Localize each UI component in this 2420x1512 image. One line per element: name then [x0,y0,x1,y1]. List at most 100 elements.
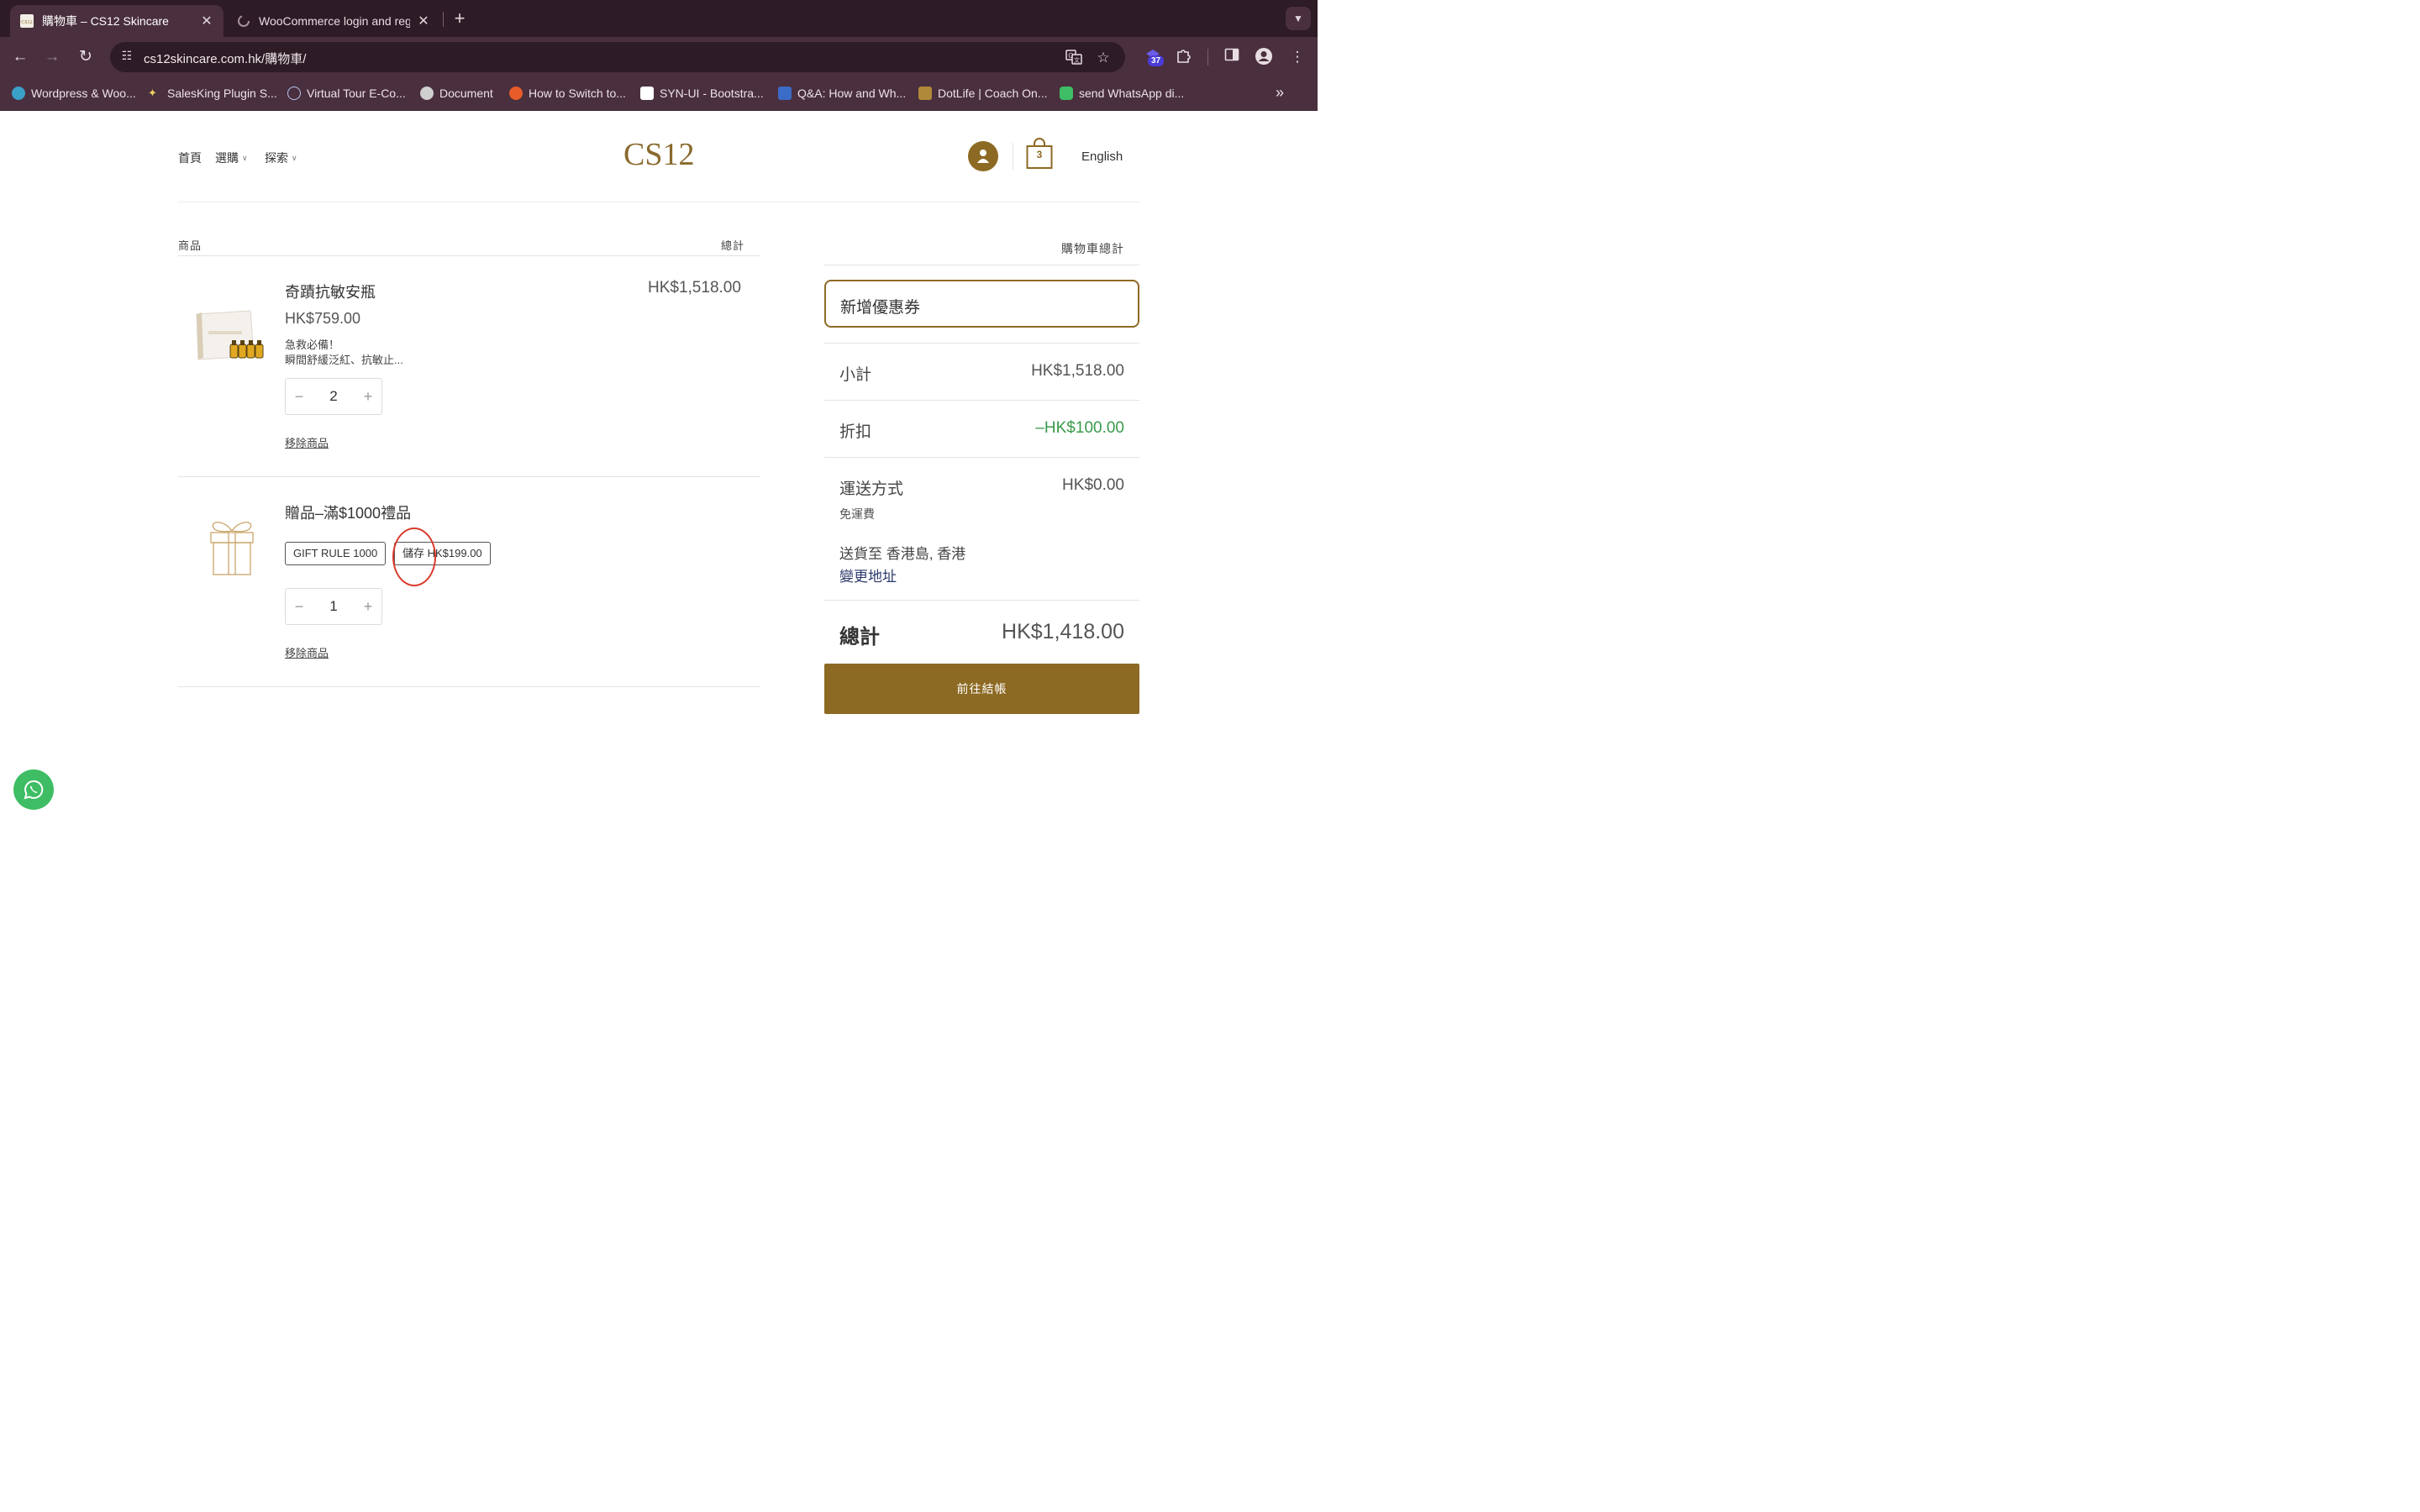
address-bar[interactable]: ☷ cs12skincare.com.hk/購物車/ G文 ☆ [110,42,1125,72]
bookmark-item[interactable]: Wordpress & Woo... [12,87,136,100]
side-panel-icon[interactable] [1222,47,1242,67]
new-tab-icon[interactable]: + [451,8,468,29]
decrease-quantity-button[interactable]: − [286,589,313,624]
quantity-value[interactable]: 2 [313,379,355,414]
add-coupon-label: 新增優惠券 [840,299,921,317]
tab-woocommerce[interactable]: WooCommerce login and regi ✕ [227,5,440,37]
site-logo[interactable]: CS12 [623,136,694,173]
bookmark-label: send WhatsApp di... [1079,87,1185,100]
ship-to-address: 送貨至 香港島, 香港 [839,546,966,562]
cs12-favicon-icon: CS12 [20,14,34,28]
reload-icon[interactable]: ↻ [76,47,96,67]
shipping-label: 運送方式 [839,480,904,498]
bookmark-item[interactable]: SYN-UI - Bootstra... [640,87,764,100]
remove-item-link[interactable]: 移除商品 [285,434,329,450]
cart-totals-heading: 購物車總計 [1061,242,1124,255]
extension-badge: 37 [1148,55,1165,66]
browser-toolbar: ← → ↻ ☷ cs12skincare.com.hk/購物車/ G文 ☆ ⋮ [0,37,1318,77]
bookmark-item[interactable]: DotLife | Coach On... [918,87,1047,100]
whatsapp-icon [24,780,44,800]
dotlife-icon [918,87,932,100]
tab-title: WooCommerce login and regi [259,14,410,28]
bookmark-item[interactable]: ✦ SalesKing Plugin S... [148,87,277,100]
column-header-product: 商品 [178,239,203,252]
order-total-value: HK$1,418.00 [1002,620,1124,643]
bookmark-label: SalesKing Plugin S... [167,87,277,100]
increase-quantity-button[interactable]: + [355,379,381,414]
user-icon [977,150,989,163]
close-tab-icon[interactable]: ✕ [417,13,430,29]
decrease-quantity-button[interactable]: − [286,379,313,414]
bookmark-label: Wordpress & Woo... [31,87,136,100]
bookmark-item[interactable]: How to Switch to... [509,87,626,100]
bookmark-star-icon[interactable]: ☆ [1094,49,1113,67]
nav-explore-label: 探索 [265,151,288,165]
discount-label: 折扣 [839,423,872,441]
bookmark-item[interactable]: send WhatsApp di... [1060,87,1184,100]
remove-item-link[interactable]: 移除商品 [285,644,329,660]
tab-cart[interactable]: CS12 購物車 – CS12 Skincare ✕ [10,5,224,37]
check-circle-icon [12,87,25,100]
bookmark-item[interactable]: Document [420,87,493,100]
language-switcher[interactable]: English [1081,150,1123,164]
forward-arrow-icon[interactable]: → [42,47,62,67]
nav-shop[interactable]: 選購 ∨ [215,150,248,166]
chevron-down-icon: ∨ [292,153,297,162]
back-arrow-icon[interactable]: ← [10,47,30,67]
cart-count-badge: 3 [1036,149,1043,160]
column-header-total: 總計 [721,239,745,252]
profile-icon[interactable] [1254,47,1274,67]
totals-divider [824,600,1139,601]
annotation-circle [392,528,436,586]
nav-home[interactable]: 首頁 [178,150,202,166]
svg-text:文: 文 [1074,56,1080,64]
translate-icon[interactable]: G文 [1065,49,1083,67]
bookmark-item[interactable]: Q&A: How and Wh... [778,87,906,100]
bookmark-item[interactable]: Virtual Tour E-Co... [287,87,406,100]
quantity-value[interactable]: 1 [313,589,355,624]
extensions-puzzle-icon[interactable] [1173,47,1193,67]
product-description-line1: 急救必備！ [285,339,340,351]
account-button[interactable] [968,141,998,171]
proceed-to-checkout-button[interactable]: 前往結帳 [824,664,1139,714]
quantity-stepper: − 1 + [285,588,382,625]
tab-separator [443,12,444,27]
product-name[interactable]: 奇蹟抗敏安瓶 [285,281,376,302]
tab-title: 購物車 – CS12 Skincare [42,14,169,28]
wand-icon: ✦ [148,87,157,99]
bookmark-label: SYN-UI - Bootstra... [660,87,764,100]
totals-divider [824,457,1139,458]
whatsapp-chat-button[interactable] [13,769,54,810]
increase-quantity-button[interactable]: + [355,589,381,624]
elephant-icon [420,87,434,100]
nav-explore[interactable]: 探索 ∨ [265,150,297,166]
more-bookmarks-icon[interactable]: » [1276,84,1284,102]
totals-divider [824,400,1139,401]
tab-search-chevron-icon[interactable]: ▼ [1286,7,1311,30]
shipping-value: HK$0.00 [1062,476,1124,494]
change-address-link[interactable]: 變更地址 [839,564,897,585]
bookmark-label: Virtual Tour E-Co... [307,87,406,100]
gift-rule-badge: GIFT RULE 1000 [285,542,387,565]
bookmarks-bar: Wordpress & Woo... ✦ SalesKing Plugin S.… [0,77,1318,111]
bookmark-label: Document [439,87,493,100]
site-info-icon[interactable]: ☷ [118,49,135,66]
row-divider [178,686,760,687]
gift-product-image[interactable] [208,516,255,576]
add-coupon-button[interactable]: 新增優惠券 [824,280,1139,328]
svg-text:CS12: CS12 [21,20,32,25]
order-total-label: 總計 [839,626,880,648]
chat-bubble-icon [509,87,523,100]
bookmark-label: Q&A: How and Wh... [797,87,907,100]
ampoule-product-image[interactable] [192,306,269,366]
product-name[interactable]: 贈品–滿$1000禮品 [285,501,411,523]
line-total: HK$1,518.00 [648,279,741,297]
table-header-divider [178,255,760,256]
browser-tab-bar: CS12 購物車 – CS12 Skincare ✕ WooCommerce l… [0,0,1318,37]
discount-value: –HK$100.00 [1035,419,1124,437]
nav-shop-label: 選購 [215,151,239,165]
product-description-line2: 瞬間舒緩泛紅、抗敏止... [285,354,403,366]
url-text[interactable]: cs12skincare.com.hk/購物車/ [144,50,306,67]
browser-menu-icon[interactable]: ⋮ [1287,47,1307,67]
close-tab-icon[interactable]: ✕ [200,13,213,29]
